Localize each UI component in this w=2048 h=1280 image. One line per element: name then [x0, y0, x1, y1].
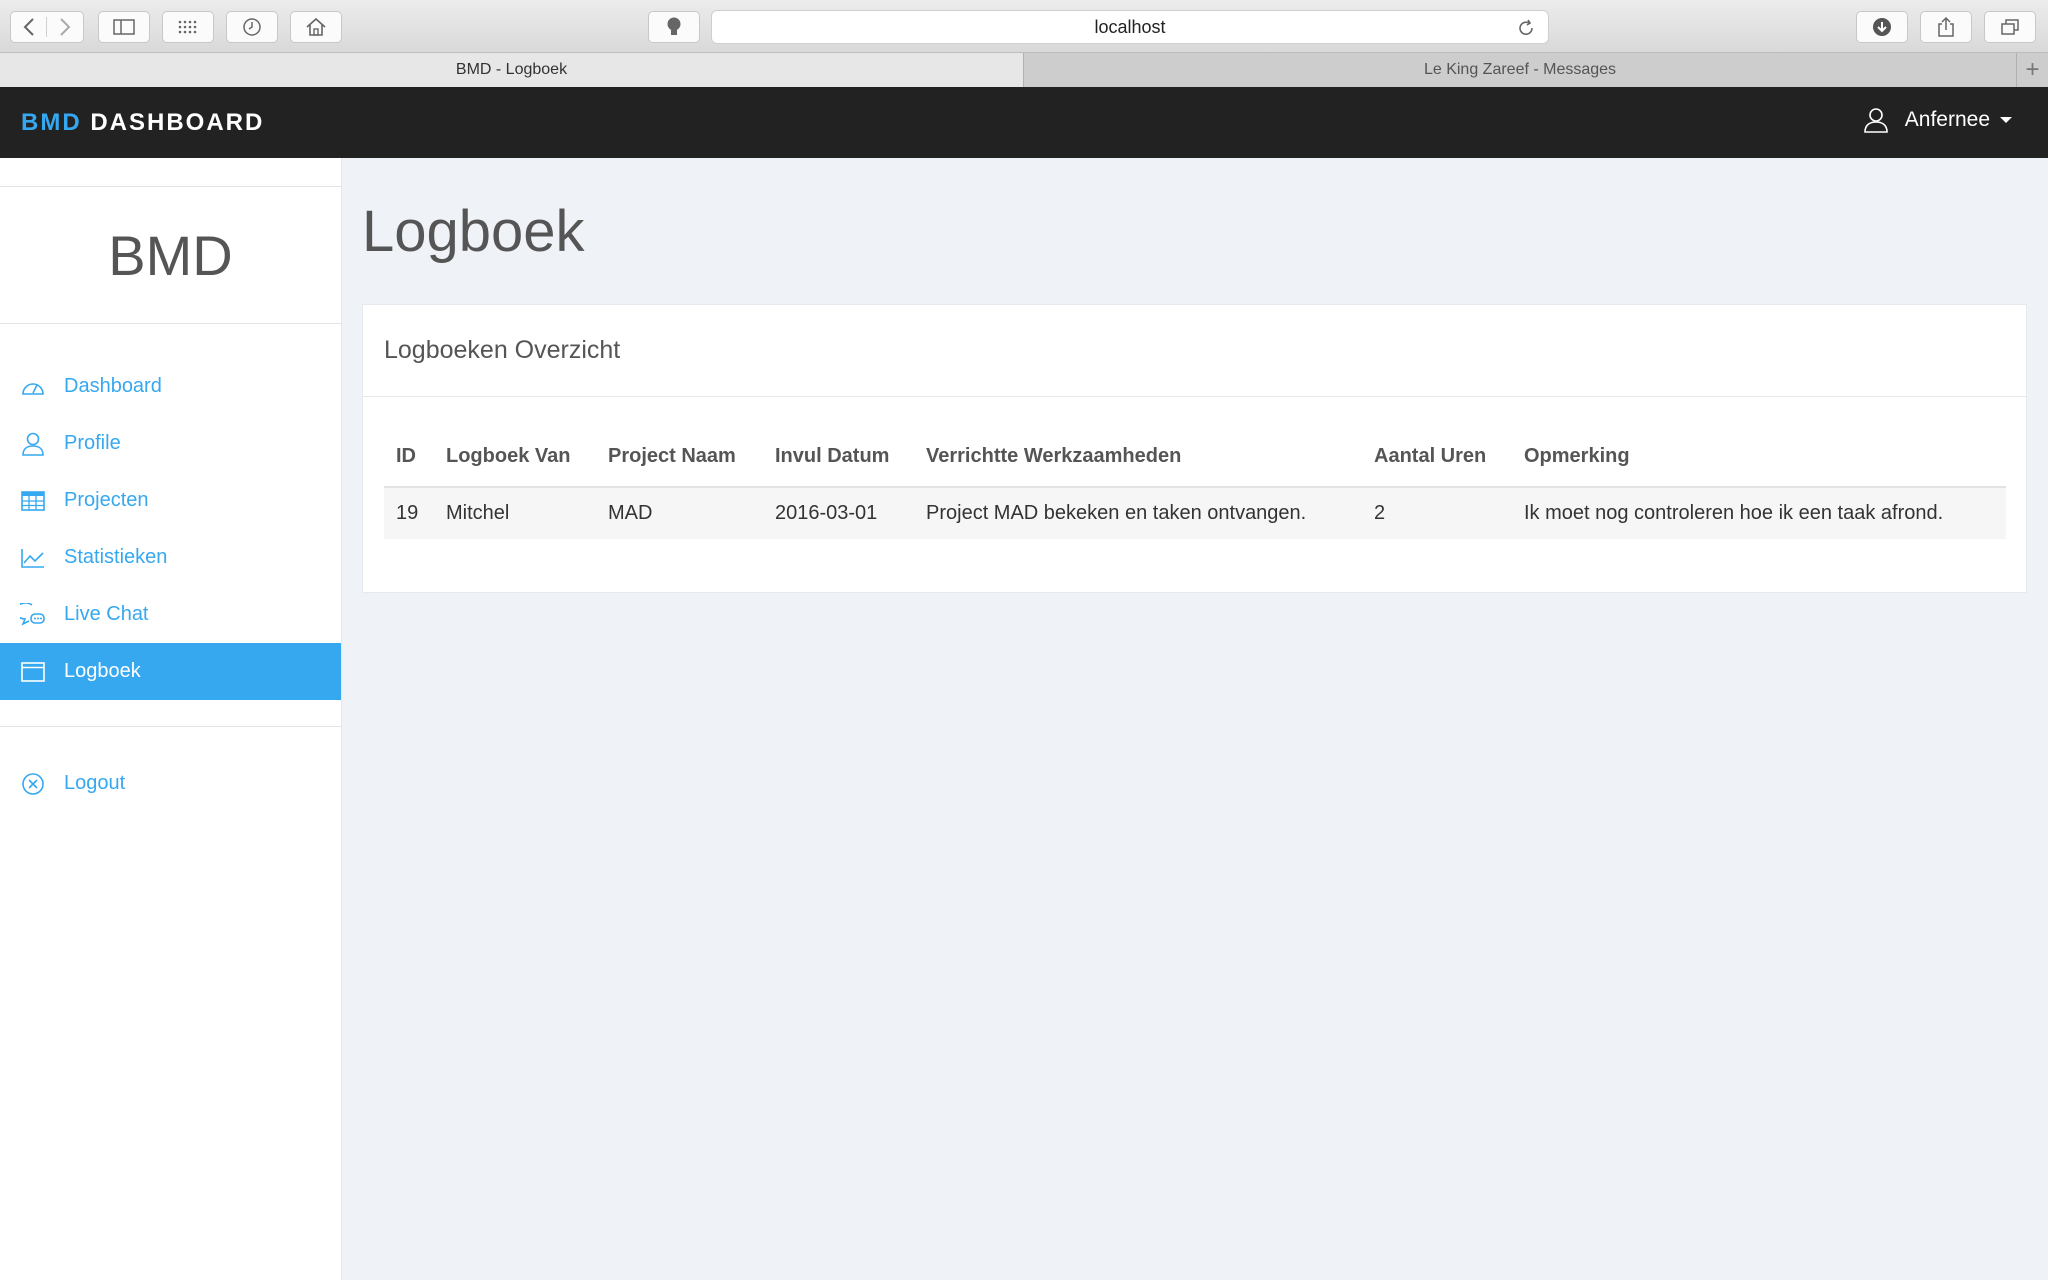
column-header-logboek-van: Logboek Van	[434, 427, 596, 488]
sidebar-item-profile[interactable]: Profile	[0, 415, 341, 472]
sidebar-item-label: Projecten	[64, 489, 149, 511]
browser-toolbar: localhost	[0, 0, 2048, 53]
cell-aantal-uren: 2	[1362, 487, 1512, 539]
caret-down-icon	[2000, 117, 2012, 123]
brand-accent: BMD	[21, 109, 82, 136]
lightbulb-icon	[667, 17, 681, 35]
sidebar-item-label: Logboek	[64, 660, 141, 682]
chat-bubbles-icon	[20, 602, 46, 628]
tab-bmd-logboek[interactable]: BMD - Logboek	[0, 53, 1024, 87]
brand-text: DASHBOARD	[90, 109, 265, 136]
table-row: 19 Mitchel MAD 2016-03-01 Project MAD be…	[384, 487, 2006, 539]
sidebar-icon	[113, 19, 135, 35]
cell-werkzaamheden: Project MAD bekeken en taken ontvangen.	[914, 487, 1362, 539]
plus-icon: +	[2025, 56, 2040, 83]
top-sites-button[interactable]	[162, 11, 214, 43]
back-icon[interactable]	[11, 17, 47, 37]
sidebar-item-dashboard[interactable]: Dashboard	[0, 358, 341, 415]
tab-bar: BMD - Logboek Le King Zareef - Messages …	[0, 53, 2048, 87]
downloads-button[interactable]	[1856, 11, 1908, 43]
user-icon	[20, 431, 46, 457]
user-name: Anfernee	[1904, 108, 1990, 131]
address-bar[interactable]: localhost	[711, 10, 1549, 44]
history-button[interactable]	[226, 11, 278, 43]
grid-icon	[178, 20, 197, 34]
logboek-table: ID Logboek Van Project Naam Invul Datum …	[384, 427, 2006, 539]
sidebar-item-label: Statistieken	[64, 546, 168, 568]
window-icon	[20, 659, 46, 685]
sidebar-item-projecten[interactable]: Projecten	[0, 472, 341, 529]
cell-opmerking: Ik moet nog controleren hoe ik een taak …	[1512, 487, 2006, 539]
logboek-panel: Logboeken Overzicht ID Logboek Van Proje…	[362, 304, 2027, 593]
cell-logboek-van: Mitchel	[434, 487, 596, 539]
sidebar-logo: BMD	[0, 186, 341, 324]
tab-label: BMD - Logboek	[455, 61, 568, 78]
sidebar-divider	[0, 726, 341, 727]
panel-title: Logboeken Overzicht	[363, 305, 2026, 397]
table-grid-icon	[20, 488, 46, 514]
logout-label: Logout	[64, 772, 126, 794]
sidebar-item-live-chat[interactable]: Live Chat	[0, 586, 341, 643]
share-button[interactable]	[1920, 11, 1972, 43]
tab-overview-button[interactable]	[1984, 11, 2036, 43]
table-header-row: ID Logboek Van Project Naam Invul Datum …	[384, 427, 2006, 488]
sidebar-item-label: Live Chat	[64, 603, 149, 625]
close-circle-icon	[20, 771, 46, 797]
tab-label: Le King Zareef - Messages	[1423, 61, 1617, 78]
new-tab-button[interactable]: +	[2016, 53, 2048, 87]
sidebar-item-label: Dashboard	[64, 375, 162, 397]
tabs-icon	[2001, 19, 2019, 35]
column-header-opmerking: Opmerking	[1512, 427, 2006, 488]
cell-invul-datum: 2016-03-01	[763, 487, 914, 539]
tab-messages[interactable]: Le King Zareef - Messages	[1024, 53, 2016, 87]
brand-logo[interactable]: BMD DASHBOARD	[21, 109, 264, 137]
sidebar-item-statistieken[interactable]: Statistieken	[0, 529, 341, 586]
download-icon	[1873, 18, 1891, 36]
dashboard-gauge-icon	[20, 374, 46, 400]
reload-icon[interactable]	[1516, 18, 1536, 43]
extension-button[interactable]	[648, 11, 700, 43]
logout-link[interactable]: Logout	[0, 755, 341, 812]
column-header-id: ID	[384, 427, 434, 488]
column-header-project-naam: Project Naam	[596, 427, 763, 488]
sidebar-item-logboek[interactable]: Logboek	[0, 643, 341, 700]
back-forward-buttons[interactable]	[10, 11, 84, 43]
user-menu[interactable]: Anfernee	[1863, 107, 2012, 133]
cell-project-naam: MAD	[596, 487, 763, 539]
url-text[interactable]: localhost	[1094, 17, 1165, 38]
column-header-invul-datum: Invul Datum	[763, 427, 914, 488]
sidebar-toggle-button[interactable]	[98, 11, 150, 43]
share-icon	[1938, 16, 1954, 37]
app-navbar: BMD DASHBOARD Anfernee	[0, 87, 2048, 158]
column-header-aantal-uren: Aantal Uren	[1362, 427, 1512, 488]
sidebar-item-label: Profile	[64, 432, 121, 454]
home-button[interactable]	[290, 11, 342, 43]
sidebar: BMD Dashboard Profile Projecten Statisti…	[0, 158, 342, 1280]
column-header-werkzaamheden: Verrichtte Werkzaamheden	[914, 427, 1362, 488]
user-icon	[1863, 107, 1889, 133]
page-title: Logboek	[362, 199, 585, 264]
line-chart-icon	[20, 545, 46, 571]
cell-id: 19	[384, 487, 434, 539]
logout-section: Logout	[0, 755, 341, 812]
home-icon	[306, 17, 326, 36]
forward-icon[interactable]	[47, 17, 83, 37]
sidebar-nav: Dashboard Profile Projecten Statistieken…	[0, 358, 341, 700]
clock-icon	[243, 18, 261, 36]
